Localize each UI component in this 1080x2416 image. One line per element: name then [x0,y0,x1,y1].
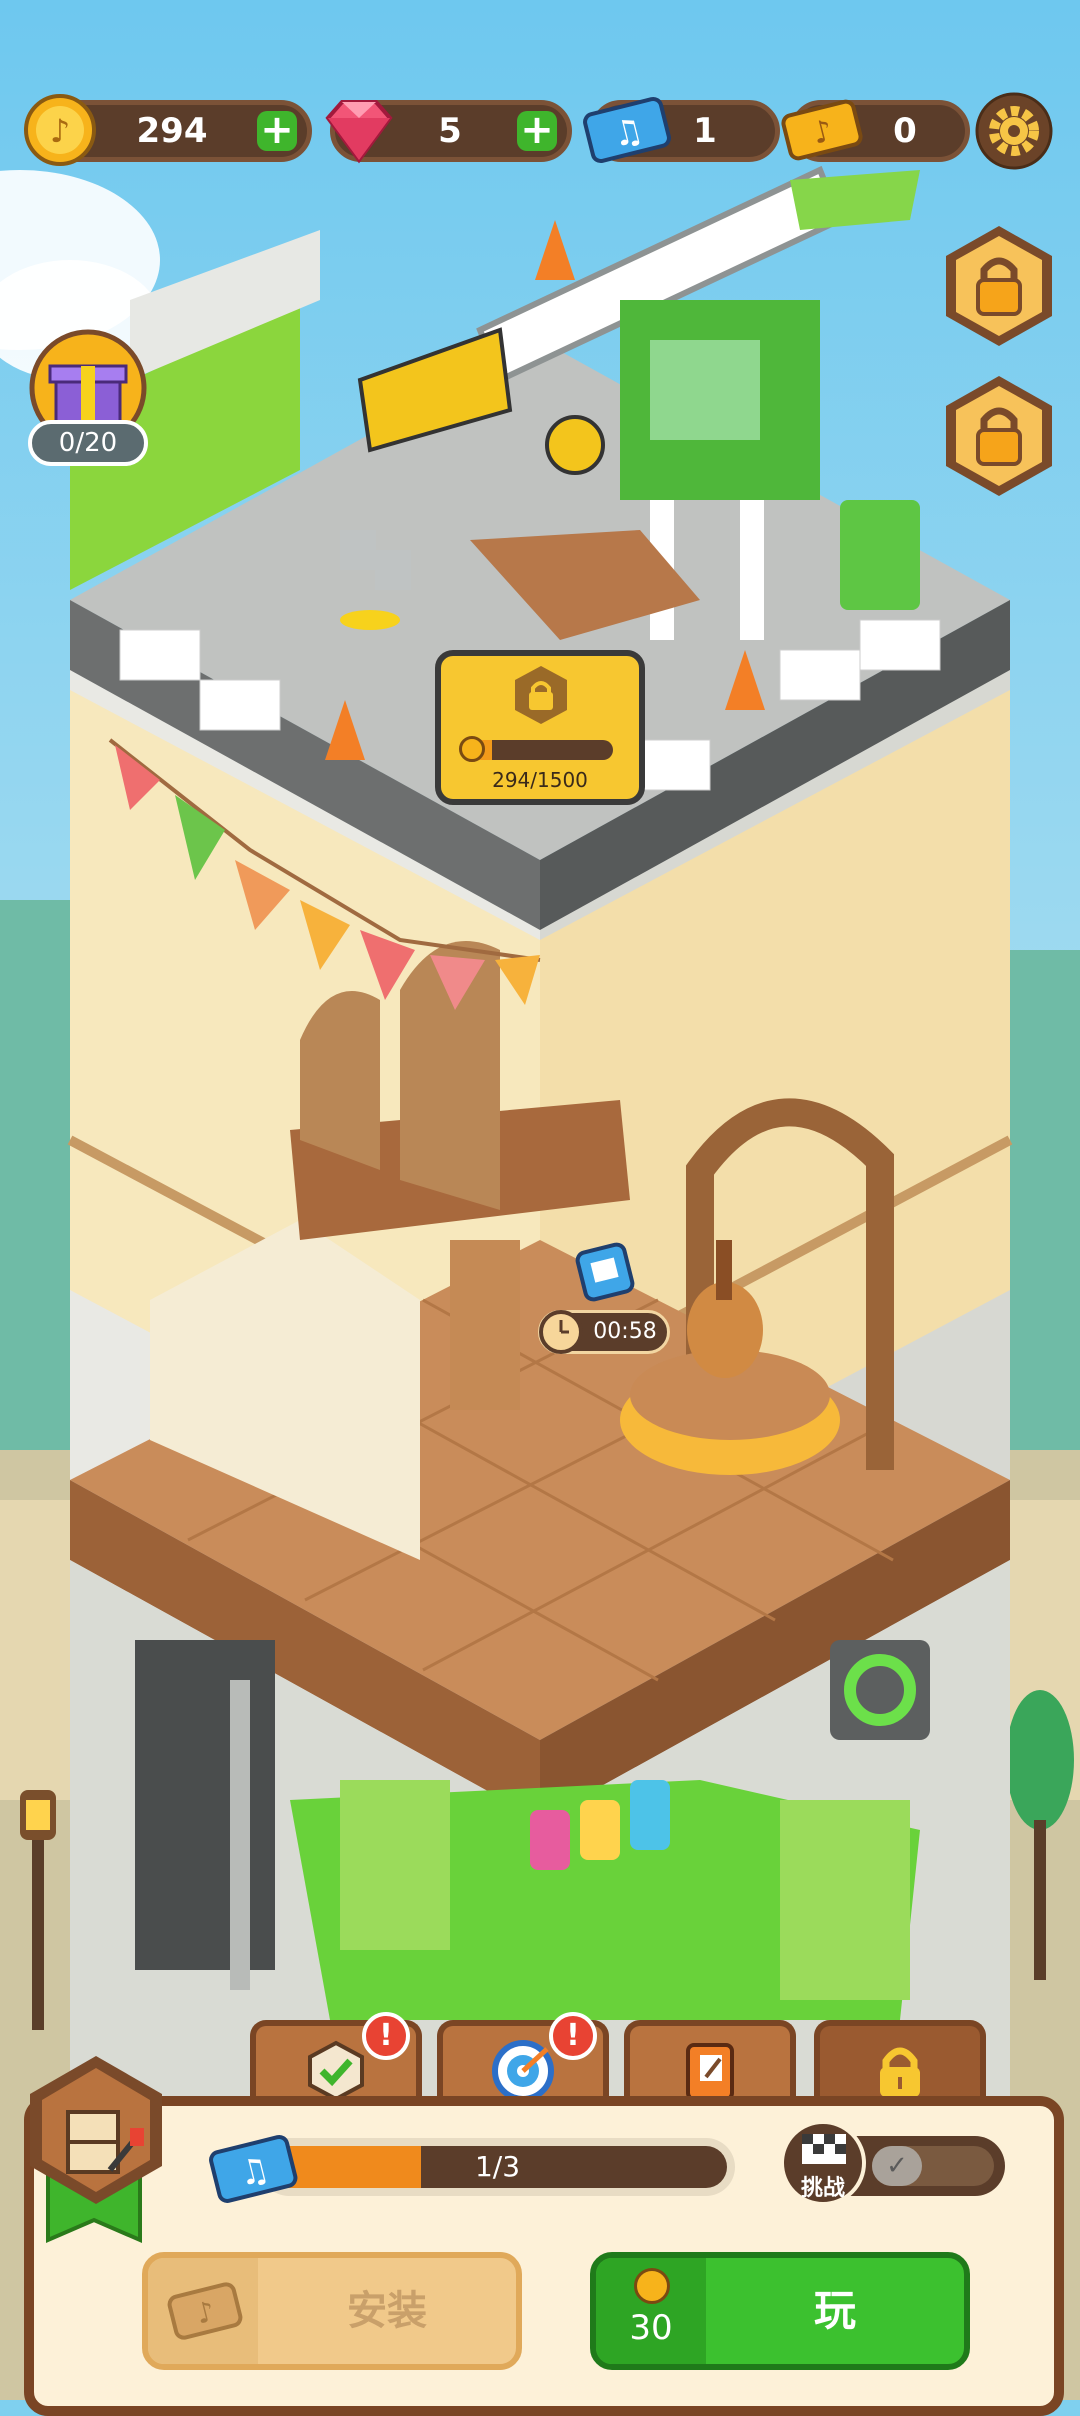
gold-ticket-icon: ♪ [167,2282,243,2340]
coin-icon [634,2268,670,2304]
clock-icon [539,1310,583,1354]
music-book-icon[interactable] [575,1240,637,1302]
challenge-flag-icon: 挑战 [780,2120,866,2206]
check-icon [308,2040,364,2102]
construction-progress-bar [463,740,613,760]
lock-icon [515,666,567,724]
lock-icon [880,2047,920,2098]
add-gems-button[interactable]: + [517,110,557,151]
gem-icon [325,100,393,164]
ticket-progress-track: 1/3 [260,2138,735,2196]
game-scene: 294 + ♪ 5 + 1 ♫ 0 ♪ 0/20 294/1500 00:58 … [0,0,1080,2416]
locked-slot-2[interactable] [940,372,1058,500]
gold-ticket-icon: ♪ [781,99,863,161]
challenge-label: 挑战 [800,2176,845,2201]
music-ticket-icon: ♫ [209,2134,298,2203]
music-ticket-icon: ♫ [583,96,671,164]
construction-progress-text: 294/1500 [492,768,588,792]
coin-icon: ♪ [24,94,96,166]
alert-badge: ! [549,2012,597,2060]
install-button[interactable]: ♪ 安装 [142,2252,522,2370]
coin-icon [459,736,485,762]
toggle-knob: ✓ [872,2146,922,2186]
install-label: 安装 [347,2288,427,2334]
construction-sign[interactable]: 294/1500 [435,650,645,805]
furniture-icon[interactable] [22,2050,170,2210]
book-icon [686,2043,734,2102]
production-timer: 00:58 [538,1310,670,1354]
gift-progress-label: 0/20 [28,420,148,466]
coin-value: 294 [136,111,208,151]
svg-text:♪: ♪ [50,112,70,150]
locked-slot-1[interactable] [940,222,1058,350]
play-label: 玩 [813,2286,856,2335]
add-coins-button[interactable]: + [257,110,297,151]
timer-text: 00:58 [593,1319,657,1344]
play-button[interactable]: 30 玩 [590,2252,970,2370]
target-icon [492,2040,554,2103]
alert-badge: ! [362,2012,410,2060]
gear-icon[interactable] [975,92,1053,170]
gold-ticket-value: 0 [893,111,917,151]
ticket-progress-text: 1/3 [474,2150,521,2183]
play-cost: 30 [629,2308,673,2348]
